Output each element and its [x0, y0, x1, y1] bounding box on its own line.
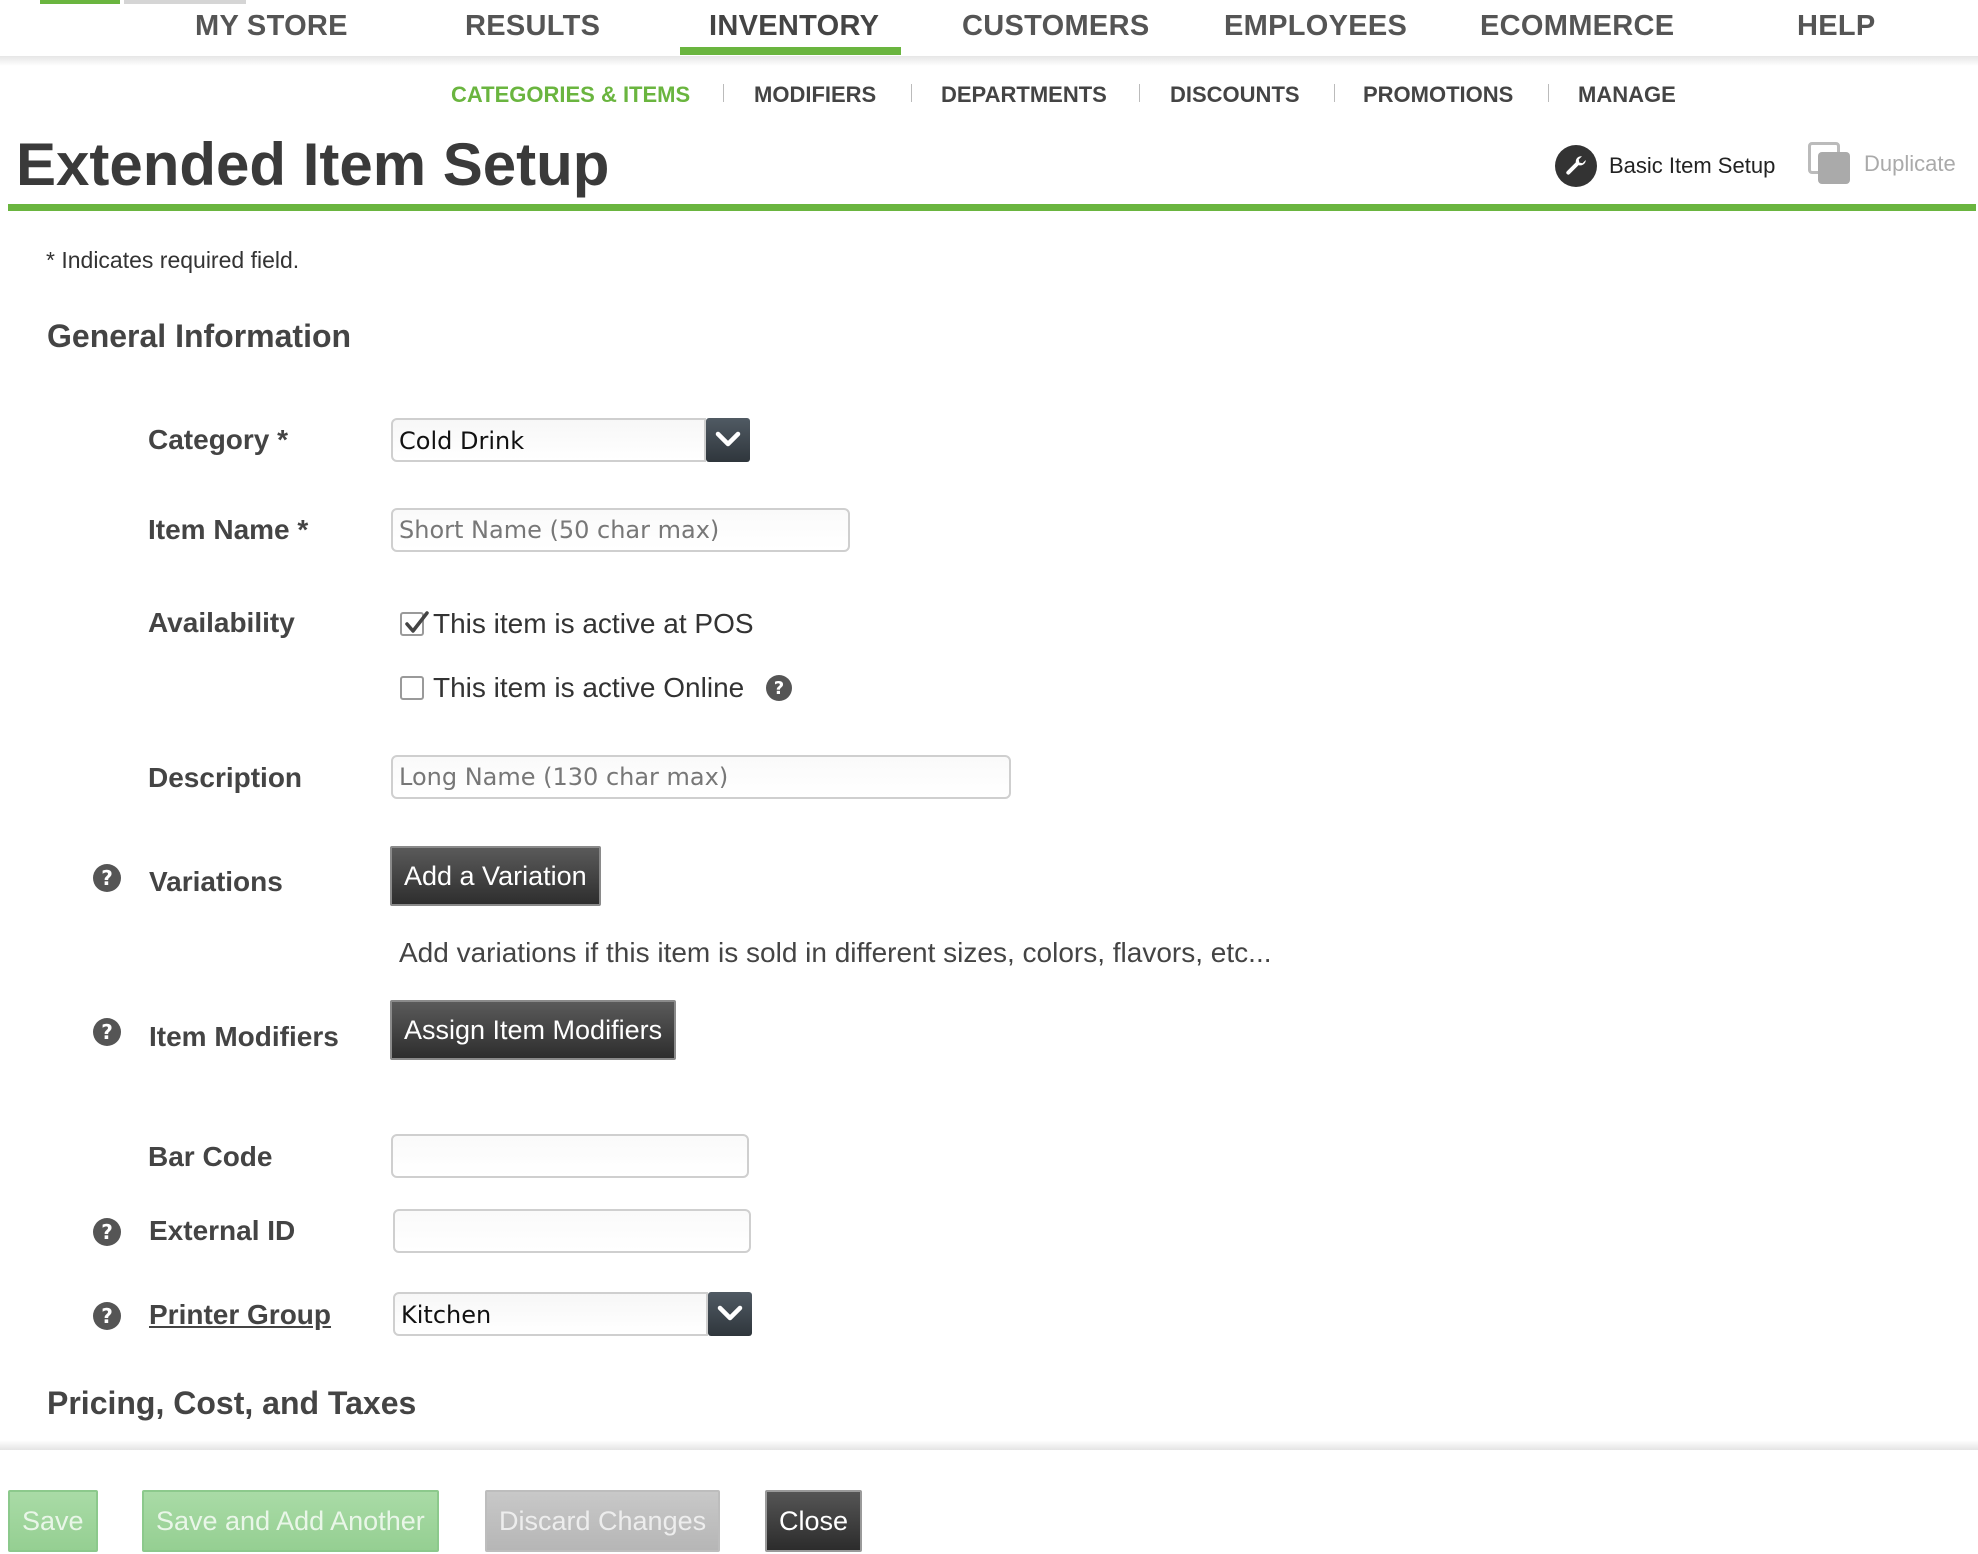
subnav-separator — [1548, 84, 1549, 102]
nav-employees[interactable]: EMPLOYEES — [1224, 10, 1407, 43]
subnav-discounts[interactable]: DISCOUNTS — [1170, 82, 1300, 108]
item-modifiers-label: Item Modifiers — [149, 1021, 339, 1052]
nav-help[interactable]: HELP — [1797, 10, 1876, 43]
nav-customers[interactable]: CUSTOMERS — [962, 10, 1149, 43]
subnav-separator — [723, 84, 724, 102]
nav-inventory[interactable]: INVENTORY — [709, 10, 879, 43]
printer-group-dropdown-button[interactable] — [708, 1292, 752, 1336]
help-icon[interactable]: ? — [93, 864, 121, 892]
help-icon[interactable]: ? — [93, 1218, 121, 1246]
chevron-down-icon — [717, 1305, 743, 1321]
nav-active-indicator — [680, 47, 901, 55]
close-button[interactable]: Close — [765, 1490, 863, 1552]
subnav-categories-items[interactable]: CATEGORIES & ITEMS — [451, 82, 690, 108]
category-label: Category * — [148, 424, 289, 455]
help-icon[interactable]: ? — [766, 675, 792, 701]
basic-item-setup-link[interactable]: Basic Item Setup — [1555, 145, 1775, 187]
printer-group-select[interactable]: Kitchen — [393, 1292, 708, 1336]
active-pos-label[interactable]: This item is active at POS — [433, 608, 754, 640]
footer-shadow — [0, 1440, 1978, 1450]
category-dropdown-button[interactable] — [706, 418, 750, 462]
section-title-pricing: Pricing, Cost, and Taxes — [47, 1385, 417, 1421]
subnav-separator — [911, 84, 912, 102]
nav-ecommerce[interactable]: ECOMMERCE — [1480, 10, 1674, 43]
subnav-manage[interactable]: MANAGE — [1578, 82, 1676, 108]
subnav-promotions[interactable]: PROMOTIONS — [1363, 82, 1513, 108]
variations-hint: Add variations if this item is sold in d… — [399, 937, 1272, 968]
active-online-label[interactable]: This item is active Online — [433, 672, 744, 704]
discard-changes-button[interactable]: Discard Changes — [485, 1490, 721, 1552]
nav-results[interactable]: RESULTS — [465, 10, 600, 43]
main-nav: MY STORE RESULTS INVENTORY CUSTOMERS EMP… — [0, 0, 1978, 60]
active-pos-checkbox[interactable] — [400, 611, 429, 636]
item-name-label: Item Name * — [148, 514, 309, 545]
bar-code-label: Bar Code — [148, 1141, 273, 1172]
subnav-separator — [1139, 84, 1140, 102]
description-input[interactable] — [391, 755, 1011, 799]
header-rule — [8, 204, 1976, 211]
save-and-add-another-button[interactable]: Save and Add Another — [142, 1490, 439, 1552]
help-icon[interactable]: ? — [93, 1302, 121, 1330]
bar-code-input[interactable] — [391, 1134, 749, 1178]
active-online-checkbox[interactable] — [400, 676, 424, 700]
subnav-separator — [1334, 84, 1335, 102]
required-note: * Indicates required field. — [46, 247, 300, 273]
availability-label: Availability — [148, 607, 295, 638]
checkmark-icon — [405, 611, 429, 633]
duplicate-button[interactable]: Duplicate — [1808, 142, 1956, 186]
duplicate-label: Duplicate — [1864, 151, 1956, 176]
description-label: Description — [148, 762, 303, 793]
section-title-general: General Information — [47, 318, 352, 354]
printer-group-link[interactable]: Printer Group — [149, 1299, 331, 1331]
nav-my-store[interactable]: MY STORE — [195, 10, 348, 43]
subnav-departments[interactable]: DEPARTMENTS — [941, 82, 1107, 108]
item-name-input[interactable] — [391, 508, 850, 552]
help-icon[interactable]: ? — [93, 1018, 121, 1046]
wrench-icon — [1555, 145, 1597, 187]
basic-item-setup-label: Basic Item Setup — [1609, 153, 1776, 178]
variations-label: Variations — [149, 866, 283, 897]
duplicate-icon — [1808, 142, 1852, 186]
assign-item-modifiers-button[interactable]: Assign Item Modifiers — [390, 1000, 677, 1060]
save-button[interactable]: Save — [8, 1490, 98, 1552]
subnav-modifiers[interactable]: MODIFIERS — [754, 82, 876, 108]
nav-shadow — [0, 56, 1978, 66]
page-title: Extended Item Setup — [16, 131, 610, 198]
add-variation-button[interactable]: Add a Variation — [390, 846, 601, 906]
chevron-down-icon — [715, 431, 741, 447]
external-id-input[interactable] — [393, 1209, 751, 1253]
category-select[interactable]: Cold Drink — [391, 418, 706, 462]
external-id-label: External ID — [149, 1215, 296, 1246]
